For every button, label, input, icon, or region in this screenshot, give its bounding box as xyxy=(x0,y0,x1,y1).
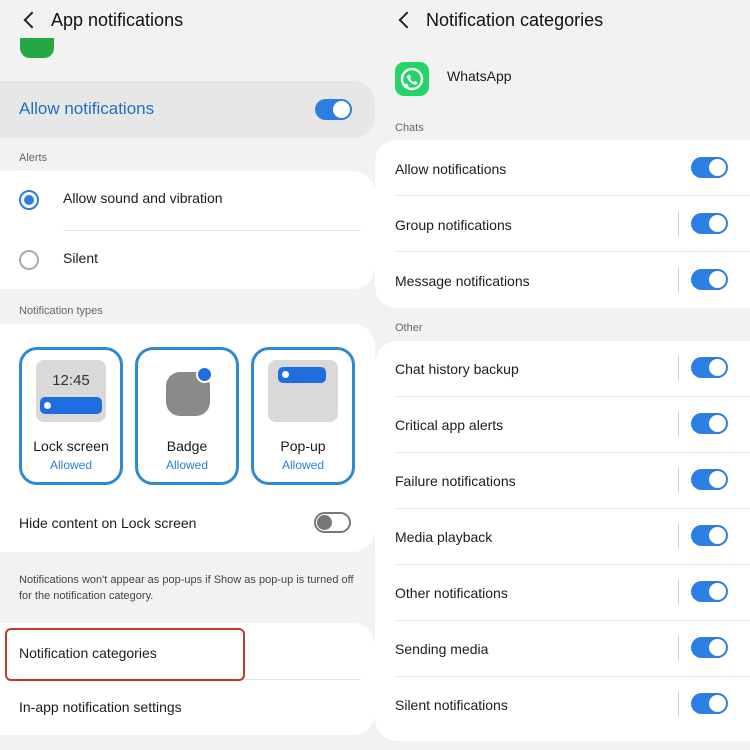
critical-app-alerts-toggle[interactable] xyxy=(691,413,728,434)
silent-notifications-toggle[interactable] xyxy=(691,693,728,714)
allow-notifications-label[interactable]: Allow notifications xyxy=(395,161,506,177)
group-notifications-label[interactable]: Group notifications xyxy=(395,217,512,233)
alerts-card: Allow sound and vibration Silent xyxy=(0,171,375,289)
divider xyxy=(395,620,750,621)
back-arrow-icon[interactable] xyxy=(397,12,413,28)
divider xyxy=(395,676,750,677)
popup-preview xyxy=(268,360,338,422)
separator xyxy=(678,268,679,292)
lock-screen-tile[interactable]: 12:45 Lock screen Allowed xyxy=(19,347,123,485)
app-notifications-header: App notifications xyxy=(0,0,375,40)
badge-dot-icon xyxy=(196,366,213,383)
divider xyxy=(395,564,750,565)
separator xyxy=(678,580,679,604)
app-icon xyxy=(20,38,54,58)
popup-bar xyxy=(278,367,326,383)
sending-media-toggle[interactable] xyxy=(691,637,728,658)
silent-notifications-label[interactable]: Silent notifications xyxy=(395,697,508,713)
allow-notifications-toggle[interactable] xyxy=(691,157,728,178)
clock-text: 12:45 xyxy=(52,372,90,389)
separator xyxy=(678,468,679,492)
separator xyxy=(678,636,679,660)
notification-categories-label: Notification categories xyxy=(19,645,157,661)
popup-label: Pop-up xyxy=(280,438,326,454)
other-notifications-label[interactable]: Other notifications xyxy=(395,585,508,601)
divider xyxy=(395,452,750,453)
allow-notifications-card[interactable]: Allow notifications xyxy=(0,81,375,138)
notification-categories-screen: Notification categories WhatsApp Chats A… xyxy=(375,0,750,750)
popup-status: Allowed xyxy=(281,458,325,472)
allow-notifications-toggle[interactable] xyxy=(315,99,352,120)
other-section-label: Other xyxy=(395,322,423,334)
separator xyxy=(678,524,679,548)
hide-content-label[interactable]: Hide content on Lock screen xyxy=(19,515,196,531)
app-notifications-screen: App notifications Allow notifications Al… xyxy=(0,0,375,750)
back-arrow-icon[interactable] xyxy=(22,12,38,28)
badge-status: Allowed xyxy=(165,458,209,472)
divider xyxy=(395,195,750,196)
chats-section-label: Chats xyxy=(395,122,424,134)
chat-history-backup-toggle[interactable] xyxy=(691,357,728,378)
hide-content-toggle[interactable] xyxy=(314,512,351,533)
media-playback-toggle[interactable] xyxy=(691,525,728,546)
separator xyxy=(678,212,679,236)
app-name: WhatsApp xyxy=(447,68,512,84)
chat-history-backup-label[interactable]: Chat history backup xyxy=(395,361,519,377)
popup-footnote: Notifications won't appear as pop-ups if… xyxy=(19,574,354,602)
separator xyxy=(678,692,679,716)
popup-tile[interactable]: Pop-up Allowed xyxy=(251,347,355,485)
divider xyxy=(63,230,361,231)
other-notifications-toggle[interactable] xyxy=(691,581,728,602)
separator xyxy=(678,412,679,436)
group-notifications-toggle[interactable] xyxy=(691,213,728,234)
badge-tile[interactable]: Badge Allowed xyxy=(135,347,239,485)
sending-media-label[interactable]: Sending media xyxy=(395,641,488,657)
allow-sound-radio[interactable] xyxy=(19,190,39,210)
notification-types-section-label: Notification types xyxy=(19,305,103,317)
notification-bar xyxy=(40,397,102,414)
notification-categories-header: Notification categories xyxy=(375,0,750,40)
critical-app-alerts-label[interactable]: Critical app alerts xyxy=(395,417,503,433)
page-title: Notification categories xyxy=(426,9,604,30)
alerts-section-label: Alerts xyxy=(19,152,48,164)
lock-screen-label: Lock screen xyxy=(33,438,109,454)
in-app-settings-link[interactable]: In-app notification settings xyxy=(19,699,182,715)
lock-screen-status: Allowed xyxy=(49,458,93,472)
whatsapp-icon xyxy=(395,62,429,96)
lock-screen-preview: 12:45 xyxy=(36,360,106,422)
separator xyxy=(678,356,679,380)
media-playback-label[interactable]: Media playback xyxy=(395,529,492,545)
other-card: Chat history backup Critical app alerts … xyxy=(375,341,750,741)
silent-radio[interactable] xyxy=(19,250,39,270)
page-title: App notifications xyxy=(51,9,184,30)
divider xyxy=(395,396,750,397)
failure-notifications-toggle[interactable] xyxy=(691,469,728,490)
divider xyxy=(395,251,750,252)
divider xyxy=(395,508,750,509)
allow-notifications-label: Allow notifications xyxy=(19,99,155,118)
failure-notifications-label[interactable]: Failure notifications xyxy=(395,473,516,489)
silent-label[interactable]: Silent xyxy=(63,250,98,266)
notification-categories-link[interactable]: Notification categories xyxy=(5,628,245,681)
chats-card: Allow notifications Group notifications … xyxy=(375,140,750,308)
message-notifications-toggle[interactable] xyxy=(691,269,728,290)
allow-sound-label[interactable]: Allow sound and vibration xyxy=(63,190,223,206)
message-notifications-label[interactable]: Message notifications xyxy=(395,273,530,289)
badge-label: Badge xyxy=(166,438,208,454)
